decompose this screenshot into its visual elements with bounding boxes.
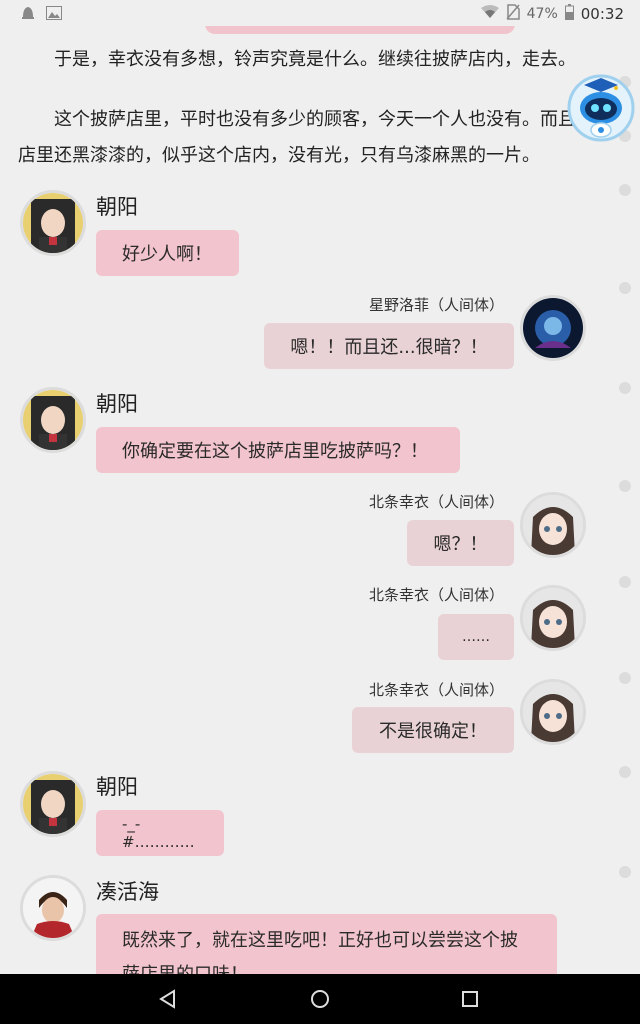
message-bubble[interactable]: 嗯！！而且还...很暗？！ [264, 323, 514, 369]
message-bubble[interactable]: 好少人啊！ [96, 230, 239, 276]
message-bubble[interactable]: -_-#………… [96, 810, 224, 856]
robot-assistant-icon[interactable] [566, 72, 636, 142]
narration-paragraph: 于是，幸衣没有多想，铃声究竟是什么。继续往披萨店内，走去。 [54, 49, 576, 70]
avatar-hojo[interactable] [520, 679, 586, 745]
no-sim-icon [506, 4, 520, 24]
wifi-icon [480, 5, 499, 23]
notification-icon [20, 5, 36, 19]
timeline-dot [619, 766, 631, 778]
chat-content[interactable]: 于是，幸衣没有多想，铃声究竟是什么。继续往披萨店内，走去。 这个披萨店里，平时也… [0, 0, 640, 974]
image-icon [46, 5, 62, 20]
timeline-dot [619, 480, 631, 492]
message-bubble[interactable]: …… [438, 614, 514, 660]
timeline-dot [619, 866, 631, 878]
status-bar: 47% 00:32 [0, 0, 640, 26]
timeline-dot [619, 282, 631, 294]
timeline-dot [619, 672, 631, 684]
home-circle-icon[interactable] [308, 987, 332, 1011]
speaker-name: 朝阳 [96, 775, 138, 799]
avatar-couhuohai[interactable] [20, 875, 86, 941]
message-bubble[interactable]: 不是很确定！ [352, 707, 514, 753]
message-bubble[interactable]: 既然来了，就在这里吃吧！正好也可以尝尝这个披萨店里的口味！ [96, 914, 557, 974]
avatar-chaoyang[interactable] [20, 387, 86, 453]
navigation-bar [0, 974, 640, 1024]
narration-paragraph: 这个披萨店里，平时也没有多少的顾客，今天一个人也没有。而且店里还黑漆漆的，似乎这… [18, 109, 576, 166]
recents-square-icon[interactable] [458, 987, 482, 1011]
battery-icon [564, 4, 574, 24]
avatar-hoshino[interactable] [520, 295, 586, 361]
speaker-name: 朝阳 [96, 392, 138, 416]
clock: 00:32 [580, 5, 624, 23]
message-bubble[interactable]: 嗯？！ [407, 520, 514, 566]
message-bubble[interactable]: 你确定要在这个披萨店里吃披萨吗？！ [96, 427, 460, 473]
speaker-name: 北条幸衣（人间体） [368, 493, 504, 511]
avatar-chaoyang[interactable] [20, 771, 86, 837]
back-triangle-icon[interactable] [156, 987, 180, 1011]
speaker-name: 北条幸衣（人间体） [368, 681, 504, 699]
avatar-hojo[interactable] [520, 492, 586, 558]
speaker-name: 北条幸衣（人间体） [368, 586, 504, 604]
timeline-dot [619, 576, 631, 588]
speaker-name: 朝阳 [96, 195, 138, 219]
speaker-name: 凑活海 [96, 880, 159, 904]
avatar-chaoyang[interactable] [20, 190, 86, 256]
timeline-dot [619, 382, 631, 394]
speaker-name: 星野洛菲（人间体） [368, 296, 504, 314]
battery-percent: 47% [526, 6, 558, 22]
timeline-dot [619, 184, 631, 196]
avatar-hojo[interactable] [520, 585, 586, 651]
